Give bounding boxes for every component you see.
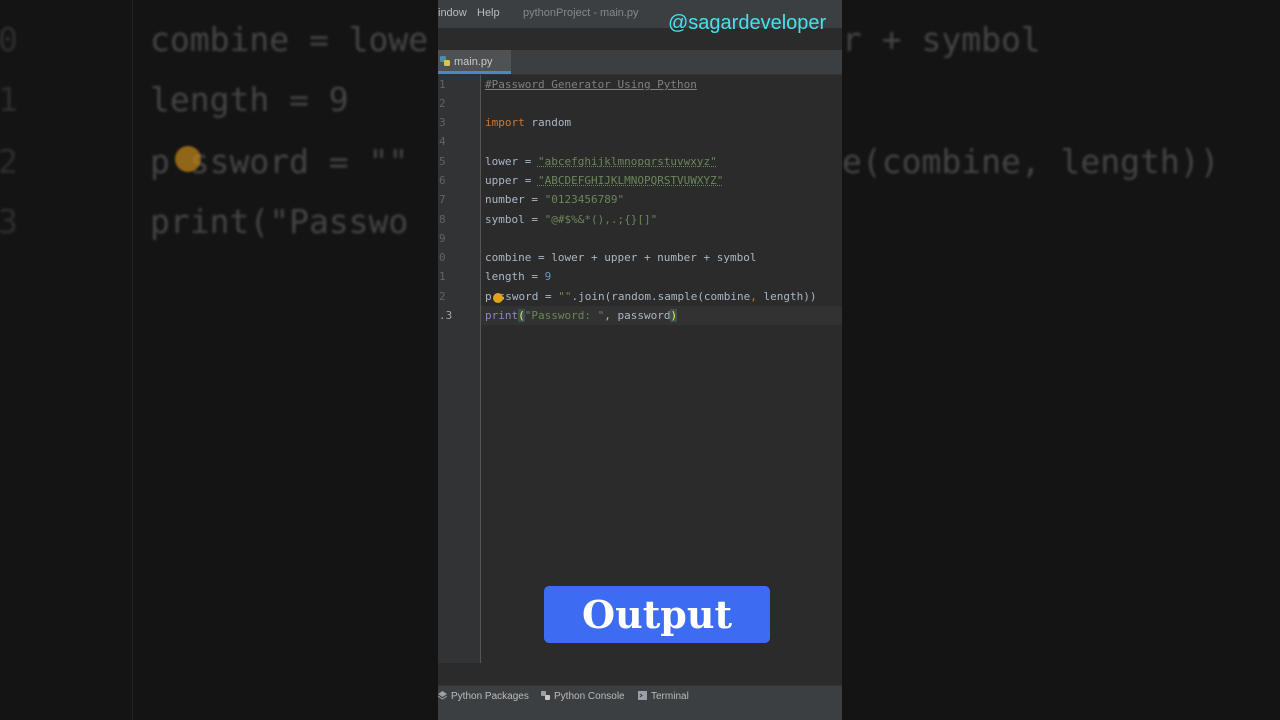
background-code-line: e(combine, length)) bbox=[842, 142, 1220, 181]
identifier-token: symbol = bbox=[485, 213, 545, 226]
line-number: 2 bbox=[439, 290, 446, 303]
line-number: 6 bbox=[439, 174, 446, 187]
watermark: @sagardeveloper bbox=[668, 12, 827, 34]
line-number: 1 bbox=[439, 78, 446, 91]
module-token: random bbox=[524, 116, 572, 129]
python-console-icon bbox=[541, 691, 550, 700]
expression-token: length)) bbox=[756, 290, 817, 303]
expression-token: , password bbox=[604, 309, 671, 322]
string-token: "ABCDEFGHIJKLMNOPQRSTVUWXYZ" bbox=[537, 174, 724, 187]
code-editor[interactable]: 1 2 3 4 5 6 7 8 9 0 1 2 .3 #Password Gen… bbox=[438, 75, 842, 663]
background-line-number: 2 bbox=[0, 142, 18, 181]
expression-token: combine = lower + upper + number + symbo… bbox=[485, 251, 757, 264]
background-bulb-icon bbox=[175, 146, 201, 172]
identifier-token: ssword = bbox=[498, 290, 559, 303]
python-file-icon bbox=[440, 56, 450, 66]
menu-window[interactable]: indow bbox=[438, 7, 467, 19]
code-line-lower: lower = "abcefghijklmnopqrstuvwxyz" bbox=[485, 155, 717, 168]
line-number: 4 bbox=[439, 135, 446, 148]
identifier-token: upper = bbox=[485, 174, 538, 187]
tool-python-console[interactable]: Python Console bbox=[541, 691, 625, 702]
identifier-token: p bbox=[485, 290, 492, 303]
string-token: "@#$%&*(),.;{}[]" bbox=[544, 213, 658, 226]
ide-window: indow Help pythonProject - main.py @saga… bbox=[438, 0, 842, 720]
line-number: 7 bbox=[439, 193, 446, 206]
lightbulb-icon[interactable] bbox=[493, 293, 503, 303]
identifier-token: length = bbox=[485, 270, 545, 283]
tab-active-underline bbox=[438, 71, 511, 74]
line-number: 5 bbox=[439, 155, 446, 168]
code-line-comment: #Password Generator Using Python bbox=[485, 78, 697, 91]
code-line-length: length = 9 bbox=[485, 270, 551, 283]
builtin-token: print bbox=[485, 309, 519, 322]
output-button[interactable]: Output bbox=[544, 586, 770, 643]
background-code-line: combine = lowe bbox=[150, 20, 429, 59]
keyword-token: import bbox=[485, 116, 525, 129]
expression-token: .join(random.sample(combine bbox=[571, 290, 751, 303]
tool-terminal[interactable]: Terminal bbox=[638, 691, 689, 702]
tab-label: main.py bbox=[454, 56, 493, 68]
terminal-icon bbox=[638, 691, 647, 700]
line-number: 3 bbox=[439, 116, 446, 129]
window-title: pythonProject - main.py bbox=[523, 7, 639, 19]
line-number: 9 bbox=[439, 232, 446, 245]
background-line-number: 1 bbox=[0, 80, 18, 119]
line-number-gutter: 1 2 3 4 5 6 7 8 9 0 1 2 .3 bbox=[438, 75, 481, 663]
background-code-line: r + symbol bbox=[842, 20, 1041, 59]
background-line-number: 0 bbox=[0, 20, 18, 59]
paren-match-token: ) bbox=[670, 309, 678, 322]
identifier-token: number = bbox=[485, 193, 545, 206]
tool-label: Python Packages bbox=[451, 691, 529, 702]
code-line-import: import random bbox=[485, 116, 571, 129]
code-line-combine: combine = lower + upper + number + symbo… bbox=[485, 251, 757, 264]
background-line-number: 3 bbox=[0, 202, 18, 241]
line-number: 2 bbox=[439, 97, 446, 110]
comment-token: #Password Generator Using Python bbox=[485, 78, 697, 91]
line-number: 1 bbox=[439, 270, 446, 283]
paren-match-token: ( bbox=[518, 309, 525, 322]
line-number: 8 bbox=[439, 213, 446, 226]
tool-label: Python Console bbox=[554, 691, 625, 702]
string-token: "" bbox=[558, 290, 572, 303]
menu-help[interactable]: Help bbox=[477, 7, 500, 19]
string-token: "abcefghijklmnopqrstuvwxyz" bbox=[537, 155, 717, 168]
background-code-line: print("Passwo bbox=[150, 202, 409, 241]
number-token: 9 bbox=[544, 270, 552, 283]
string-token: "Password: " bbox=[524, 309, 605, 322]
comma-token: , bbox=[750, 290, 757, 303]
background-right-blurred: r + symbol e(combine, length)) bbox=[842, 0, 1280, 720]
tool-label: Terminal bbox=[651, 691, 689, 702]
tab-main-py[interactable]: main.py bbox=[438, 50, 511, 74]
line-number-current: .3 bbox=[439, 309, 453, 322]
code-line-symbol: symbol = "@#$%&*(),.;{}[]" bbox=[485, 213, 657, 226]
tool-window-bar: Python Packages Python Console Terminal bbox=[438, 685, 842, 720]
background-gutter bbox=[0, 0, 133, 720]
identifier-token: lower = bbox=[485, 155, 538, 168]
code-line-number: number = "0123456789" bbox=[485, 193, 624, 206]
code-line-upper: upper = "ABCDEFGHIJKLMNOPQRSTVUWXYZ" bbox=[485, 174, 723, 187]
editor-tab-bar: main.py bbox=[438, 50, 842, 75]
string-token: "0123456789" bbox=[544, 193, 625, 206]
code-line-password: p ssword = "".join(random.sample(combine,… bbox=[485, 290, 817, 303]
tool-python-packages[interactable]: Python Packages bbox=[438, 691, 529, 702]
packages-icon bbox=[438, 691, 447, 700]
background-code-line: length = 9 bbox=[150, 80, 349, 119]
background-left-blurred: 0 1 2 3 combine = lowe length = 9 p sswo… bbox=[0, 0, 438, 720]
code-line-print: print("Password: ", password) bbox=[485, 309, 678, 322]
line-number: 0 bbox=[439, 251, 446, 264]
